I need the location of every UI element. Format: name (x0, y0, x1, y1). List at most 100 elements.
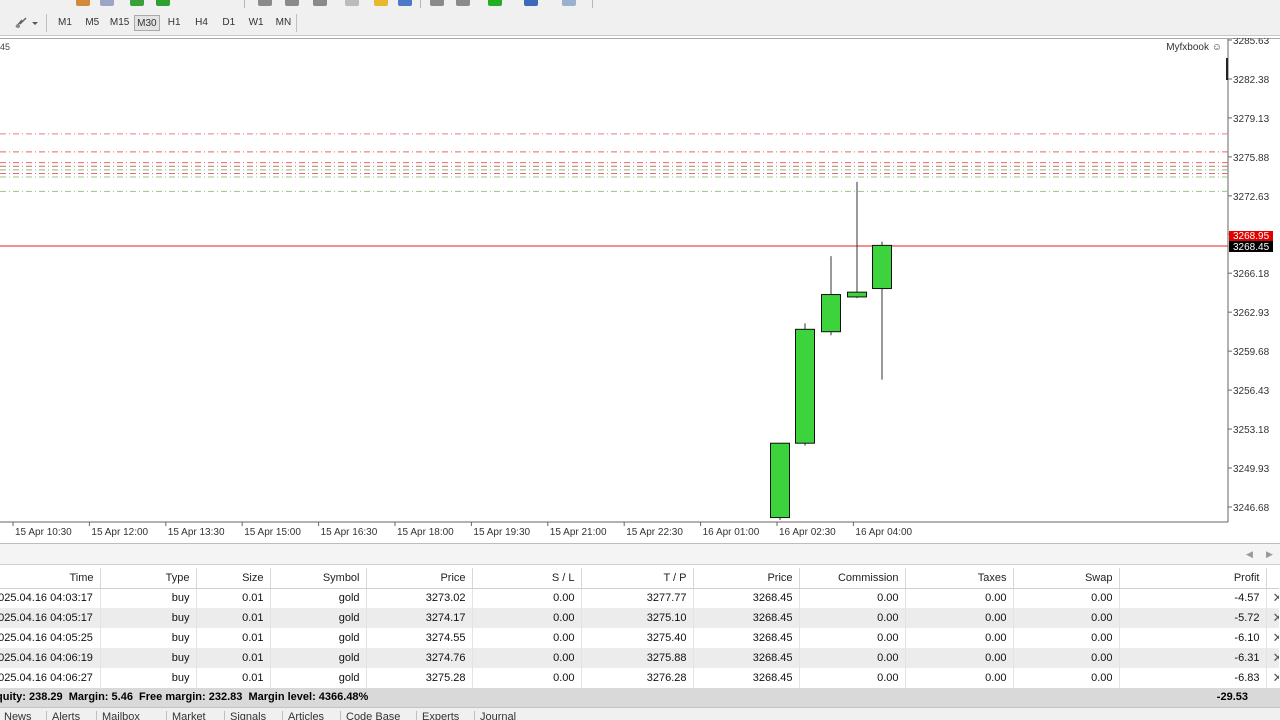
candle-body (872, 244, 892, 290)
price-tick-label: 3249.93 (1233, 464, 1270, 475)
time-tick-label: 15 Apr 18:00 (397, 527, 454, 538)
timeframe-m5-button[interactable]: M5 (79, 15, 105, 31)
column-header[interactable]: Price (366, 568, 473, 589)
timeframe-d1-button[interactable]: D1 (216, 15, 242, 31)
column-header[interactable]: S / L (472, 568, 582, 589)
time-tick-label: 15 Apr 10:30 (15, 527, 72, 538)
price-chart[interactable]: 3285.633282.383279.133275.883272.633269.… (0, 38, 1280, 543)
toolbar-icon[interactable] (313, 0, 327, 6)
chart-shift-marker[interactable] (1226, 58, 1228, 80)
table-cell: 2025.04.16 04:06:27 (0, 668, 101, 688)
table-cell: 3268.45 (693, 648, 800, 668)
myfxbook-watermark: Myfxbook ☺ (1166, 42, 1222, 53)
close-position-icon[interactable]: ✕ (1266, 628, 1280, 648)
candle[interactable] (847, 181, 867, 299)
table-cell: 3274.17 (366, 608, 473, 628)
tab-market[interactable]: Market (172, 710, 206, 720)
scroll-left-icon[interactable]: ◀ (1246, 549, 1253, 560)
close-position-icon[interactable]: ✕ (1266, 588, 1280, 608)
candle[interactable] (795, 323, 815, 446)
account-summary-text: quity: 238.29 Margin: 5.46 Free margin: … (0, 691, 369, 703)
account-summary-row: quity: 238.29 Margin: 5.46 Free margin: … (0, 688, 1280, 707)
timeframe-h1-button[interactable]: H1 (161, 15, 187, 31)
toolbar-icon[interactable] (156, 0, 170, 6)
timeframe-w1-button[interactable]: W1 (243, 15, 269, 31)
toolbar-icon[interactable] (258, 0, 272, 6)
toolbar-icon[interactable] (562, 0, 576, 6)
table-cell: 0.00 (1013, 628, 1120, 648)
timeframe-h4-button[interactable]: H4 (189, 15, 215, 31)
column-header[interactable]: Profit (1119, 568, 1267, 589)
table-row[interactable]: 2025.04.16 04:06:19 buy 0.01 gold 3274.76 0.0… (0, 648, 1279, 668)
time-tick-label: 15 Apr 13:30 (168, 527, 225, 538)
toolbar-icon[interactable] (100, 0, 114, 6)
column-header[interactable]: Price (693, 568, 800, 589)
terminal-tabs: News Alerts Mailbox Market Signals Articles Co… (0, 707, 1280, 720)
tab-journal[interactable]: Journal (480, 710, 516, 720)
table-cell: 0.00 (799, 608, 906, 628)
total-profit: -29.53 (1216, 691, 1248, 703)
toolbar-icon[interactable] (430, 0, 444, 6)
table-cell: 2025.04.16 04:05:25 (0, 628, 101, 648)
toolbar-icon[interactable] (76, 0, 90, 6)
toolbar-icon[interactable] (285, 0, 299, 6)
table-cell: -4.57 (1119, 588, 1267, 608)
tab-code-base[interactable]: Code Base (346, 710, 400, 720)
time-tick-label: 16 Apr 02:30 (779, 527, 836, 538)
tab-mailbox[interactable]: Mailbox (102, 710, 140, 720)
column-header[interactable]: Commission (799, 568, 906, 589)
table-cell: 0.00 (905, 608, 1014, 628)
toolbar-icon[interactable] (130, 0, 144, 6)
tab-alerts[interactable]: Alerts (52, 710, 80, 720)
candle[interactable] (821, 256, 841, 336)
chart-canvas[interactable]: 3285.633282.383279.133275.883272.633269.… (0, 38, 1280, 543)
timeframe-m1-button[interactable]: M1 (52, 15, 78, 31)
timeframe-m15-button[interactable]: M15 (107, 15, 133, 31)
price-tick-label: 3253.18 (1233, 425, 1270, 436)
table-cell: 0.00 (799, 588, 906, 608)
toolbar-icon[interactable] (398, 0, 412, 6)
candle[interactable] (770, 442, 790, 520)
toolbar-icon[interactable] (524, 0, 538, 6)
table-cell: 0.00 (905, 628, 1014, 648)
tab-articles[interactable]: Articles (288, 710, 324, 720)
chart-symbol-label: 45 (0, 42, 11, 52)
table-cell: buy (100, 648, 197, 668)
tab-experts[interactable]: Experts (422, 710, 459, 720)
column-header[interactable]: Symbol (270, 568, 367, 589)
table-row[interactable]: 2025.04.16 04:06:27 buy 0.01 gold 3275.28 0.0… (0, 668, 1279, 688)
time-tick-label: 15 Apr 16:30 (321, 527, 378, 538)
terminal-scrollbar[interactable]: ◀ ▶ (0, 543, 1280, 565)
toolbar-icon[interactable] (456, 0, 470, 6)
column-header[interactable]: Size (196, 568, 271, 589)
table-cell: 0.01 (196, 668, 271, 688)
add-indicator-icon[interactable] (488, 0, 502, 6)
table-cell: gold (270, 628, 367, 648)
column-header[interactable]: Type (100, 568, 197, 589)
tab-signals[interactable]: Signals (230, 710, 266, 720)
table-row[interactable]: 2025.04.16 04:05:17 buy 0.01 gold 3274.17 0.0… (0, 608, 1279, 628)
column-header[interactable]: Time (0, 568, 101, 589)
toolbar-icon[interactable] (374, 0, 388, 6)
table-cell: 0.00 (472, 608, 582, 628)
close-position-icon[interactable]: ✕ (1266, 668, 1280, 688)
time-tick-label: 16 Apr 01:00 (703, 527, 760, 538)
close-position-icon[interactable]: ✕ (1266, 648, 1279, 668)
toolbar-icon[interactable] (345, 0, 359, 6)
close-position-icon[interactable]: ✕ (1266, 608, 1279, 628)
column-header[interactable]: Taxes (905, 568, 1014, 589)
table-row[interactable]: 2025.04.16 04:03:17 buy 0.01 gold 3273.02 0.0… (0, 588, 1279, 608)
candle[interactable] (872, 241, 892, 380)
timeframe-mn-button[interactable]: MN (270, 15, 296, 31)
table-cell: 3275.40 (581, 628, 694, 648)
tab-news[interactable]: News (4, 710, 32, 720)
table-row[interactable]: 2025.04.16 04:05:25 buy 0.01 gold 3274.55 0.0… (0, 628, 1279, 648)
price-tick-label: 3275.88 (1233, 153, 1270, 164)
table-cell: -5.72 (1119, 608, 1267, 628)
column-header[interactable]: T / P (581, 568, 694, 589)
scroll-right-icon[interactable]: ▶ (1266, 549, 1273, 560)
timeframe-m30-button[interactable]: M30 (133, 15, 160, 31)
line-tools-icon[interactable] (10, 15, 42, 31)
table-cell: 0.01 (196, 608, 271, 628)
column-header[interactable]: Swap (1013, 568, 1120, 589)
